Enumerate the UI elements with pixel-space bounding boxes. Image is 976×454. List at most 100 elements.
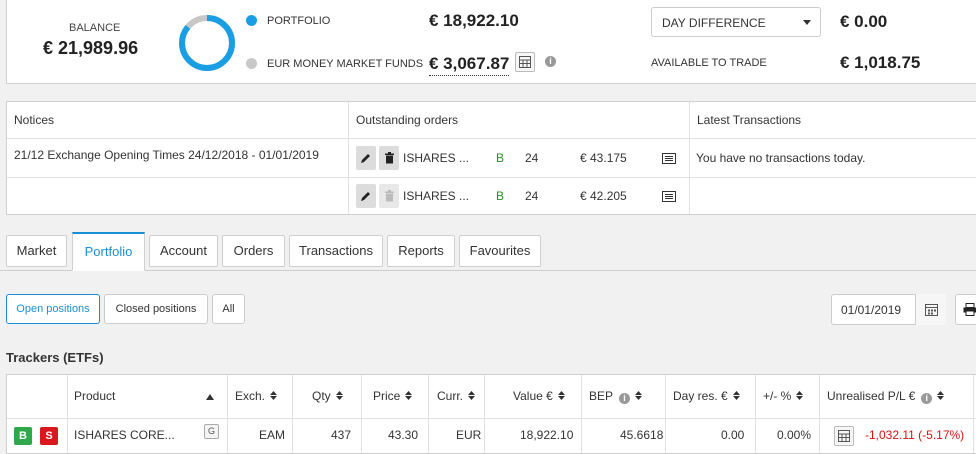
col-unrealised-pl-label: Unrealised P/L € <box>827 389 916 403</box>
row-unrealised-pl: -1,032.11 (-5.17%) <box>865 428 965 442</box>
sort-icon <box>468 391 476 401</box>
outstanding-orders-header: Outstanding orders <box>349 102 689 139</box>
col-price[interactable]: Price <box>373 375 413 418</box>
tab-portfolio[interactable]: Portfolio <box>72 232 145 271</box>
col-day-result-label: Day res. € <box>673 389 728 403</box>
portfolio-donut-chart <box>179 15 235 71</box>
col-bep-label: BEP <box>589 389 614 403</box>
row-bep: 45.6618 <box>620 428 664 442</box>
tab-market[interactable]: Market <box>6 235 67 267</box>
order-price: € 42.205 <box>580 189 627 203</box>
notices-header: Notices <box>7 102 348 139</box>
order-qty: 24 <box>525 151 539 165</box>
sort-icon <box>796 391 804 401</box>
positions-table: Product Exch. Qty Price Curr. Value € BE… <box>6 374 976 454</box>
order-qty: 24 <box>525 189 539 203</box>
row-percent-change: 0.00% <box>777 428 812 442</box>
info-icon[interactable]: i <box>921 393 933 404</box>
buy-button[interactable]: B <box>14 427 32 445</box>
sort-icon <box>937 391 945 401</box>
row-qty: 437 <box>331 428 352 442</box>
sort-asc-icon[interactable] <box>206 394 214 400</box>
edit-order-button[interactable] <box>356 184 376 208</box>
info-icon[interactable]: i <box>545 56 556 67</box>
account-summary: BALANCE € 21,989.96 PORTFOLIO € 18,922.1… <box>6 0 976 84</box>
col-bep[interactable]: BEP i <box>589 375 643 418</box>
closed-positions-button[interactable]: Closed positions <box>104 294 208 324</box>
col-exchange-label: Exch. <box>235 389 266 403</box>
col-value[interactable]: Value € <box>513 375 565 418</box>
edit-order-button[interactable] <box>356 146 376 170</box>
print-button[interactable] <box>955 294 976 325</box>
col-qty-label: Qty <box>312 389 331 403</box>
col-price-label: Price <box>373 389 401 403</box>
mmf-value[interactable]: € 3,067.87 <box>429 54 510 76</box>
available-to-trade-label: AVAILABLE TO TRADE <box>651 57 767 69</box>
col-percent-change[interactable]: +/- % <box>763 375 804 418</box>
tab-favourites[interactable]: Favourites <box>459 235 541 267</box>
all-positions-button[interactable]: All <box>212 294 245 324</box>
sort-icon <box>405 391 413 401</box>
col-product-label: Product <box>74 389 116 403</box>
no-transactions-message: You have no transactions today. <box>696 151 866 165</box>
product-badge: G <box>204 424 219 439</box>
row-price: 43.30 <box>388 428 419 442</box>
col-currency[interactable]: Curr. <box>437 375 476 418</box>
pencil-icon <box>361 192 370 201</box>
portfolio-label: PORTFOLIO <box>267 15 331 27</box>
print-icon <box>963 303 976 316</box>
sort-icon <box>635 391 643 401</box>
tab-transactions[interactable]: Transactions <box>289 235 383 267</box>
latest-transactions-header: Latest Transactions <box>690 102 976 139</box>
sort-icon <box>732 391 740 401</box>
balance-value: € 21,989.96 <box>43 38 139 58</box>
row-day-result: 0.00 <box>721 428 745 442</box>
tab-orders[interactable]: Orders <box>222 235 285 267</box>
delete-order-button-disabled <box>379 184 399 208</box>
tab-account[interactable]: Account <box>149 235 218 267</box>
portfolio-value: € 18,922.10 <box>429 11 519 30</box>
calculator-button[interactable] <box>515 52 535 72</box>
row-value: 18,922.10 <box>520 428 574 442</box>
row-currency: EUR <box>456 428 482 442</box>
col-value-label: Value € <box>513 389 553 403</box>
mmf-legend-dot <box>246 58 257 69</box>
col-currency-label: Curr. <box>437 389 464 403</box>
calendar-icon <box>924 304 938 316</box>
sort-icon <box>335 391 343 401</box>
col-unrealised-pl[interactable]: Unrealised P/L € i <box>827 375 945 418</box>
portfolio-legend-dot <box>246 15 257 26</box>
trash-icon <box>384 190 394 202</box>
col-percent-change-label: +/- % <box>763 389 792 403</box>
chevron-down-icon <box>803 20 811 25</box>
order-details-icon[interactable] <box>662 191 676 202</box>
col-exchange[interactable]: Exch. <box>235 375 278 418</box>
sell-button[interactable]: S <box>40 427 58 445</box>
row-calculator-button[interactable] <box>834 426 854 446</box>
order-details-icon[interactable] <box>662 153 676 164</box>
info-icon[interactable]: i <box>619 393 631 404</box>
row-exchange: EAM <box>259 428 286 442</box>
day-difference-selected: DAY DIFFERENCE <box>662 16 766 30</box>
date-picker-button[interactable] <box>915 294 946 325</box>
mmf-label: EUR MONEY MARKET FUNDS <box>267 58 424 70</box>
order-product: ISHARES ... <box>403 151 470 165</box>
day-difference-value: € 0.00 <box>840 12 888 31</box>
day-difference-select[interactable]: DAY DIFFERENCE <box>651 7 821 37</box>
sort-icon <box>270 391 278 401</box>
open-positions-button[interactable]: Open positions <box>6 294 100 324</box>
tab-reports[interactable]: Reports <box>387 235 455 267</box>
delete-order-button[interactable] <box>379 146 399 170</box>
section-title: Trackers (ETFs) <box>6 350 104 365</box>
balance-label: BALANCE <box>69 22 121 34</box>
order-side: B <box>496 189 505 203</box>
col-product[interactable]: Product <box>74 375 115 418</box>
tabs-baseline <box>0 270 976 271</box>
col-day-result[interactable]: Day res. € <box>673 375 740 418</box>
row-product[interactable]: ISHARES CORE... <box>74 419 175 454</box>
order-side: B <box>496 151 505 165</box>
notice-item[interactable]: 21/12 Exchange Opening Times 24/12/2018 … <box>14 148 319 162</box>
pencil-icon <box>361 154 370 163</box>
sort-icon <box>557 391 565 401</box>
col-qty[interactable]: Qty <box>312 375 343 418</box>
